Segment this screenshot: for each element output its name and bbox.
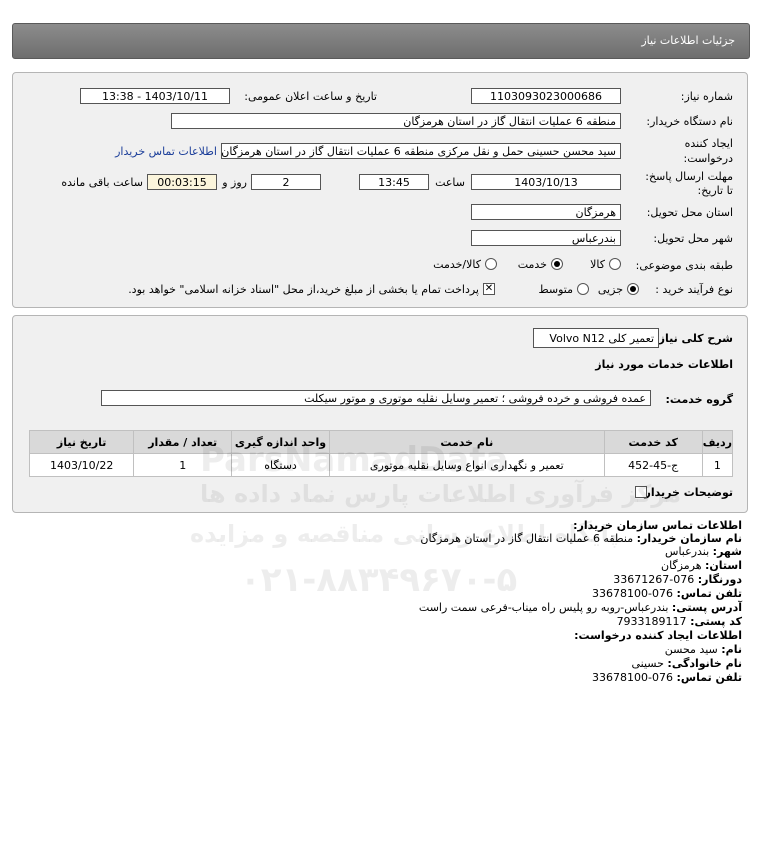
process-option-minor: جزیی (597, 283, 623, 296)
need-number-field[interactable]: 1103093023000686 (471, 88, 621, 104)
cell-unit: دستگاه (231, 453, 330, 477)
contact-city-value: بندرعباس (665, 545, 710, 558)
announce-label: تاریخ و ساعت اعلان عمومی: (244, 90, 377, 103)
category-option-goods-service: کالا/خدمت (433, 258, 481, 271)
process-radio-medium[interactable] (577, 283, 589, 295)
contact-province-label: استان: (705, 559, 742, 572)
description-field[interactable]: تعمیر کلی Volvo N12 (533, 328, 659, 348)
column-header-unit: واحد اندازه گیری (231, 430, 330, 454)
process-label: نوع فرآیند خرید : (655, 283, 733, 296)
creator-first-name: نام: سید محسن (665, 643, 742, 656)
province-field[interactable]: هرمزگان (471, 204, 621, 220)
buyer-contact-link[interactable]: اطلاعات تماس خریدار (115, 145, 217, 158)
contact-section-title: اطلاعات تماس سازمان خریدار: (573, 519, 742, 532)
watermark-phone: ۰۲۱-۸۸۳۴۹۶۷۰-۵ (240, 560, 518, 600)
contact-province: استان: هرمزگان (661, 559, 742, 572)
creator-phone-label: تلفن تماس: (676, 671, 742, 684)
need-details-panel: شماره نیاز: 1103093023000686 تاریخ و ساع… (12, 72, 748, 308)
need-number-label: شماره نیاز: (680, 90, 733, 103)
contact-province-value: هرمزگان (661, 559, 702, 572)
contact-org: نام سازمان خریدار: منطقه 6 عملیات انتقال… (420, 532, 742, 545)
creator-first-name-value: سید محسن (664, 643, 718, 656)
contact-address: آدرس پستی: بندرعباس-روبه رو پلیس راه مین… (419, 601, 742, 614)
column-header-row-number: ردیف (701, 430, 734, 454)
contact-fax-value: 076-33671267 (613, 573, 695, 586)
deadline-label-line1: مهلت ارسال پاسخ: (645, 170, 733, 183)
cell-service-code: ج-45-452 (603, 453, 703, 477)
deadline-date-field[interactable]: 1403/10/13 (471, 174, 621, 190)
contact-address-value: بندرعباس-روبه رو پلیس راه میناب-فرعی سمت… (418, 601, 669, 614)
announce-datetime-field[interactable]: 1403/10/11 - 13:38 (80, 88, 230, 104)
service-group-field[interactable]: عمده فروشی و خرده فروشی ؛ تعمیر وسایل نق… (101, 390, 651, 406)
contact-phone-label: تلفن تماس: (676, 587, 742, 600)
contact-fax: دورنگار: 076-33671267 (613, 573, 742, 586)
page-header: جزئیات اطلاعات نیاز (12, 23, 750, 59)
time-label: ساعت (435, 176, 465, 189)
contact-postal: کد پستی: 7933189117 (617, 615, 742, 628)
deadline-time-field[interactable]: 13:45 (359, 174, 429, 190)
services-table: ردیف کد خدمت نام خدمت واحد اندازه گیری ت… (28, 430, 734, 477)
remaining-time-field: 00:03:15 (147, 174, 217, 190)
cell-service-name: تعمیر و نگهداری انواع وسایل نقلیه موتوری (328, 453, 605, 477)
contact-city-label: شهر: (712, 545, 742, 558)
column-header-service-code: کد خدمت (603, 430, 703, 454)
contact-city: شهر: بندرعباس (665, 545, 742, 558)
table-header-row: ردیف کد خدمت نام خدمت واحد اندازه گیری ت… (28, 430, 734, 454)
contact-phone: تلفن تماس: 076-33678100 (592, 587, 742, 600)
table-row: 1 ج-45-452 تعمیر و نگهداری انواع وسایل ن… (28, 453, 734, 477)
service-group-label: گروه خدمت: (665, 393, 733, 406)
column-header-quantity: تعداد / مقدار (133, 430, 233, 454)
creator-last-name-label: نام خانوادگی: (667, 657, 742, 670)
page-title: جزئیات اطلاعات نیاز (641, 34, 735, 47)
category-option-goods: کالا (590, 258, 605, 271)
remaining-label: ساعت باقی مانده (61, 176, 143, 189)
services-section-title: اطلاعات خدمات مورد نیاز (595, 358, 733, 371)
category-option-service: خدمت (517, 258, 547, 271)
days-field[interactable]: 2 (251, 174, 321, 190)
cell-need-date: 1403/10/22 (28, 453, 135, 477)
cell-quantity: 1 (133, 453, 233, 477)
creator-last-name: نام خانوادگی: حسینی (632, 657, 743, 670)
creator-first-name-label: نام: (721, 643, 742, 656)
category-label: طبقه بندی موضوعی: (635, 259, 733, 272)
city-label: شهر محل تحویل: (653, 232, 733, 245)
buyer-notes-checkbox[interactable] (635, 486, 647, 498)
creator-phone-value: 076-33678100 (592, 671, 674, 684)
column-header-service-name: نام خدمت (328, 430, 605, 454)
creator-section-title: اطلاعات ایجاد کننده درخواست: (574, 629, 742, 642)
province-label: استان محل تحویل: (646, 206, 733, 219)
contact-org-label: نام سازمان خریدار: (636, 532, 742, 545)
description-label: شرح کلی نیاز: (654, 332, 733, 345)
requester-field[interactable]: سید محسن حسینی حمل و نقل مرکزی منطقه 6 ع… (221, 143, 621, 159)
days-label: روز و (222, 176, 247, 189)
contact-postal-label: کد پستی: (690, 615, 742, 628)
category-radio-goods-service[interactable] (485, 258, 497, 270)
contact-fax-label: دورنگار: (697, 573, 742, 586)
requester-label-line1: ایجاد کننده (684, 137, 733, 150)
process-option-medium: متوسط (538, 283, 573, 296)
buyer-notes-label: توضیحات خریدار: (640, 486, 733, 499)
requester-label-line2: درخواست: (683, 152, 733, 165)
category-radio-goods[interactable] (609, 258, 621, 270)
need-services-panel: شرح کلی نیاز: تعمیر کلی Volvo N12 اطلاعا… (12, 315, 748, 513)
city-field[interactable]: بندرعباس (471, 230, 621, 246)
process-radio-minor[interactable] (627, 283, 639, 295)
contact-postal-value: 7933189117 (616, 615, 687, 628)
column-header-need-date: تاریخ نیاز (28, 430, 135, 454)
contact-phone-value: 076-33678100 (592, 587, 674, 600)
treasury-checkbox[interactable]: ✕ (483, 283, 495, 295)
creator-last-name-value: حسینی (631, 657, 664, 670)
contact-address-label: آدرس پستی: (671, 601, 742, 614)
buyer-org-label: نام دستگاه خریدار: (646, 115, 733, 128)
deadline-label-line2: تا تاریخ: (697, 184, 733, 197)
category-radio-service[interactable] (551, 258, 563, 270)
cell-row-number: 1 (701, 453, 734, 477)
contact-org-value: منطقه 6 عملیات انتقال گاز در استان هرمزگ… (420, 532, 634, 545)
buyer-org-field[interactable]: منطقه 6 عملیات انتقال گاز در استان هرمزگ… (171, 113, 621, 129)
creator-phone: تلفن تماس: 076-33678100 (592, 671, 742, 684)
payment-note: پرداخت تمام یا بخشی از مبلغ خرید،از محل … (128, 283, 479, 296)
